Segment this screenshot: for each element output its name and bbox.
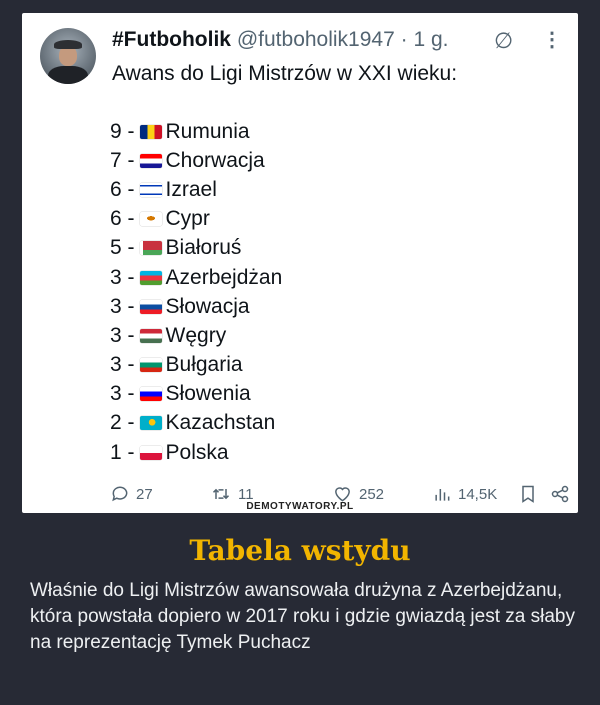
tweet-intro: Awans do Ligi Mistrzów w XXI wieku: bbox=[112, 62, 458, 85]
post-title: Tabela wstydu bbox=[189, 534, 411, 567]
ranking-row: 3 - Azerbejdżan bbox=[110, 263, 282, 292]
country-name: Kazachstan bbox=[165, 411, 276, 435]
flag-icon bbox=[139, 328, 162, 343]
ranking-count: 1 - bbox=[110, 440, 135, 464]
post-caption: Właśnie do Ligi Mistrzów awansowała druż… bbox=[30, 580, 575, 653]
country-name: Węgry bbox=[165, 323, 227, 347]
display-name[interactable]: #Futboholik bbox=[112, 28, 231, 51]
country-name: Cypr bbox=[165, 207, 210, 231]
country-name: Białoruś bbox=[165, 236, 242, 260]
flag-icon bbox=[139, 124, 162, 139]
ranking-count: 9 - bbox=[110, 119, 135, 143]
flag-icon bbox=[139, 416, 162, 431]
avatar[interactable] bbox=[40, 28, 96, 84]
ranking-count: 3 - bbox=[110, 382, 135, 406]
flag-icon bbox=[139, 212, 162, 227]
country-name: Izrael bbox=[165, 177, 217, 201]
ranking-count: 6 - bbox=[110, 177, 135, 201]
country-name: Chorwacja bbox=[165, 148, 265, 172]
country-name: Bułgaria bbox=[165, 353, 243, 377]
flag-icon bbox=[139, 358, 162, 373]
country-name: Polska bbox=[165, 440, 229, 464]
more-options-icon[interactable]: ⋮ bbox=[542, 27, 563, 52]
flag-icon bbox=[139, 270, 162, 285]
flag-icon bbox=[139, 445, 162, 460]
ranking-count: 3 - bbox=[110, 323, 135, 347]
flag-icon bbox=[139, 153, 162, 168]
ranking-row: 9 - Rumunia bbox=[110, 117, 282, 146]
grok-icon[interactable]: ∅ bbox=[494, 28, 513, 54]
flag-icon bbox=[139, 241, 162, 256]
ranking-count: 6 - bbox=[110, 207, 135, 231]
flag-icon bbox=[139, 387, 162, 402]
views-count: 14,5K bbox=[458, 485, 498, 503]
ranking-count: 5 - bbox=[110, 236, 135, 260]
country-name: Słowacja bbox=[165, 294, 250, 318]
country-name: Rumunia bbox=[165, 119, 250, 143]
tweet-card: #Futboholik @futboholik1947 · 1 g. ∅ ⋮ A… bbox=[22, 13, 578, 513]
ranking-row: 3 - Słowacja bbox=[110, 292, 282, 321]
watermark: DEMOTYWATORY.PL bbox=[246, 501, 354, 512]
country-name: Azerbejdżan bbox=[165, 265, 283, 289]
ranking-row: 3 - Węgry bbox=[110, 321, 282, 350]
flag-icon bbox=[139, 299, 162, 314]
reply-count: 27 bbox=[136, 485, 153, 503]
country-name: Słowenia bbox=[165, 382, 251, 406]
ranking-row: 5 - Białoruś bbox=[110, 234, 282, 263]
ranking-count: 2 - bbox=[110, 411, 135, 435]
ranking-count: 3 - bbox=[110, 265, 135, 289]
ranking-row: 6 - Cypr bbox=[110, 205, 282, 234]
timestamp[interactable]: · 1 g. bbox=[401, 28, 449, 51]
retweet-count: 11 bbox=[238, 485, 254, 503]
ranking-list: 9 - Rumunia 7 - Chorwacja 6 - Izrael 6 - Cypr 5 … bbox=[110, 117, 282, 467]
ranking-count: 3 - bbox=[110, 294, 135, 318]
ranking-row: 3 - Bułgaria bbox=[110, 351, 282, 380]
ranking-count: 7 - bbox=[110, 148, 135, 172]
ranking-count: 3 - bbox=[110, 353, 135, 377]
ranking-row: 1 - Polska bbox=[110, 438, 282, 467]
like-count: 252 bbox=[359, 485, 385, 503]
flag-icon bbox=[139, 182, 162, 197]
ranking-row: 6 - Izrael bbox=[110, 175, 282, 204]
ranking-row: 7 - Chorwacja bbox=[110, 146, 282, 175]
handle[interactable]: @futboholik1947 bbox=[237, 28, 395, 51]
tweet-header: #Futboholik @futboholik1947 · 1 g. bbox=[112, 28, 448, 52]
ranking-row: 3 - Słowenia bbox=[110, 380, 282, 409]
ranking-row: 2 - Kazachstan bbox=[110, 409, 282, 438]
